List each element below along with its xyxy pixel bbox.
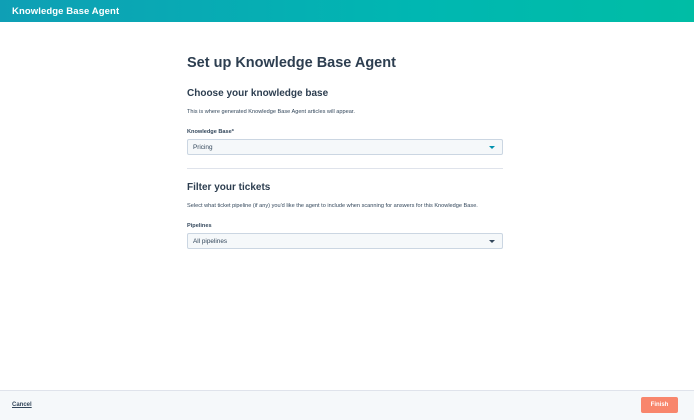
caret-down-icon <box>489 146 495 149</box>
knowledge-base-section-description: This is where generated Knowledge Base A… <box>187 109 355 115</box>
page-title: Set up Knowledge Base Agent <box>187 55 396 71</box>
app-title: Knowledge Base Agent <box>12 5 120 17</box>
knowledge-base-selected-value: Pricing <box>193 143 213 151</box>
caret-down-icon <box>489 240 495 243</box>
footer-bar: Cancel Finish <box>0 390 694 420</box>
tickets-section-description: Select what ticket pipeline (if any) you… <box>187 203 478 209</box>
pipelines-field-label: Pipelines <box>187 223 212 229</box>
cancel-link[interactable]: Cancel <box>12 402 32 408</box>
app-header: Knowledge Base Agent <box>0 0 694 22</box>
finish-button[interactable]: Finish <box>641 397 678 413</box>
pipelines-select[interactable]: All pipelines <box>187 233 503 249</box>
knowledge-base-select[interactable]: Pricing <box>187 139 503 155</box>
knowledge-base-field-label: Knowledge Base* <box>187 129 234 135</box>
tickets-section-title: Filter your tickets <box>187 182 271 193</box>
pipelines-selected-value: All pipelines <box>193 237 228 245</box>
knowledge-base-section-title: Choose your knowledge base <box>187 88 329 99</box>
section-divider <box>187 168 503 169</box>
